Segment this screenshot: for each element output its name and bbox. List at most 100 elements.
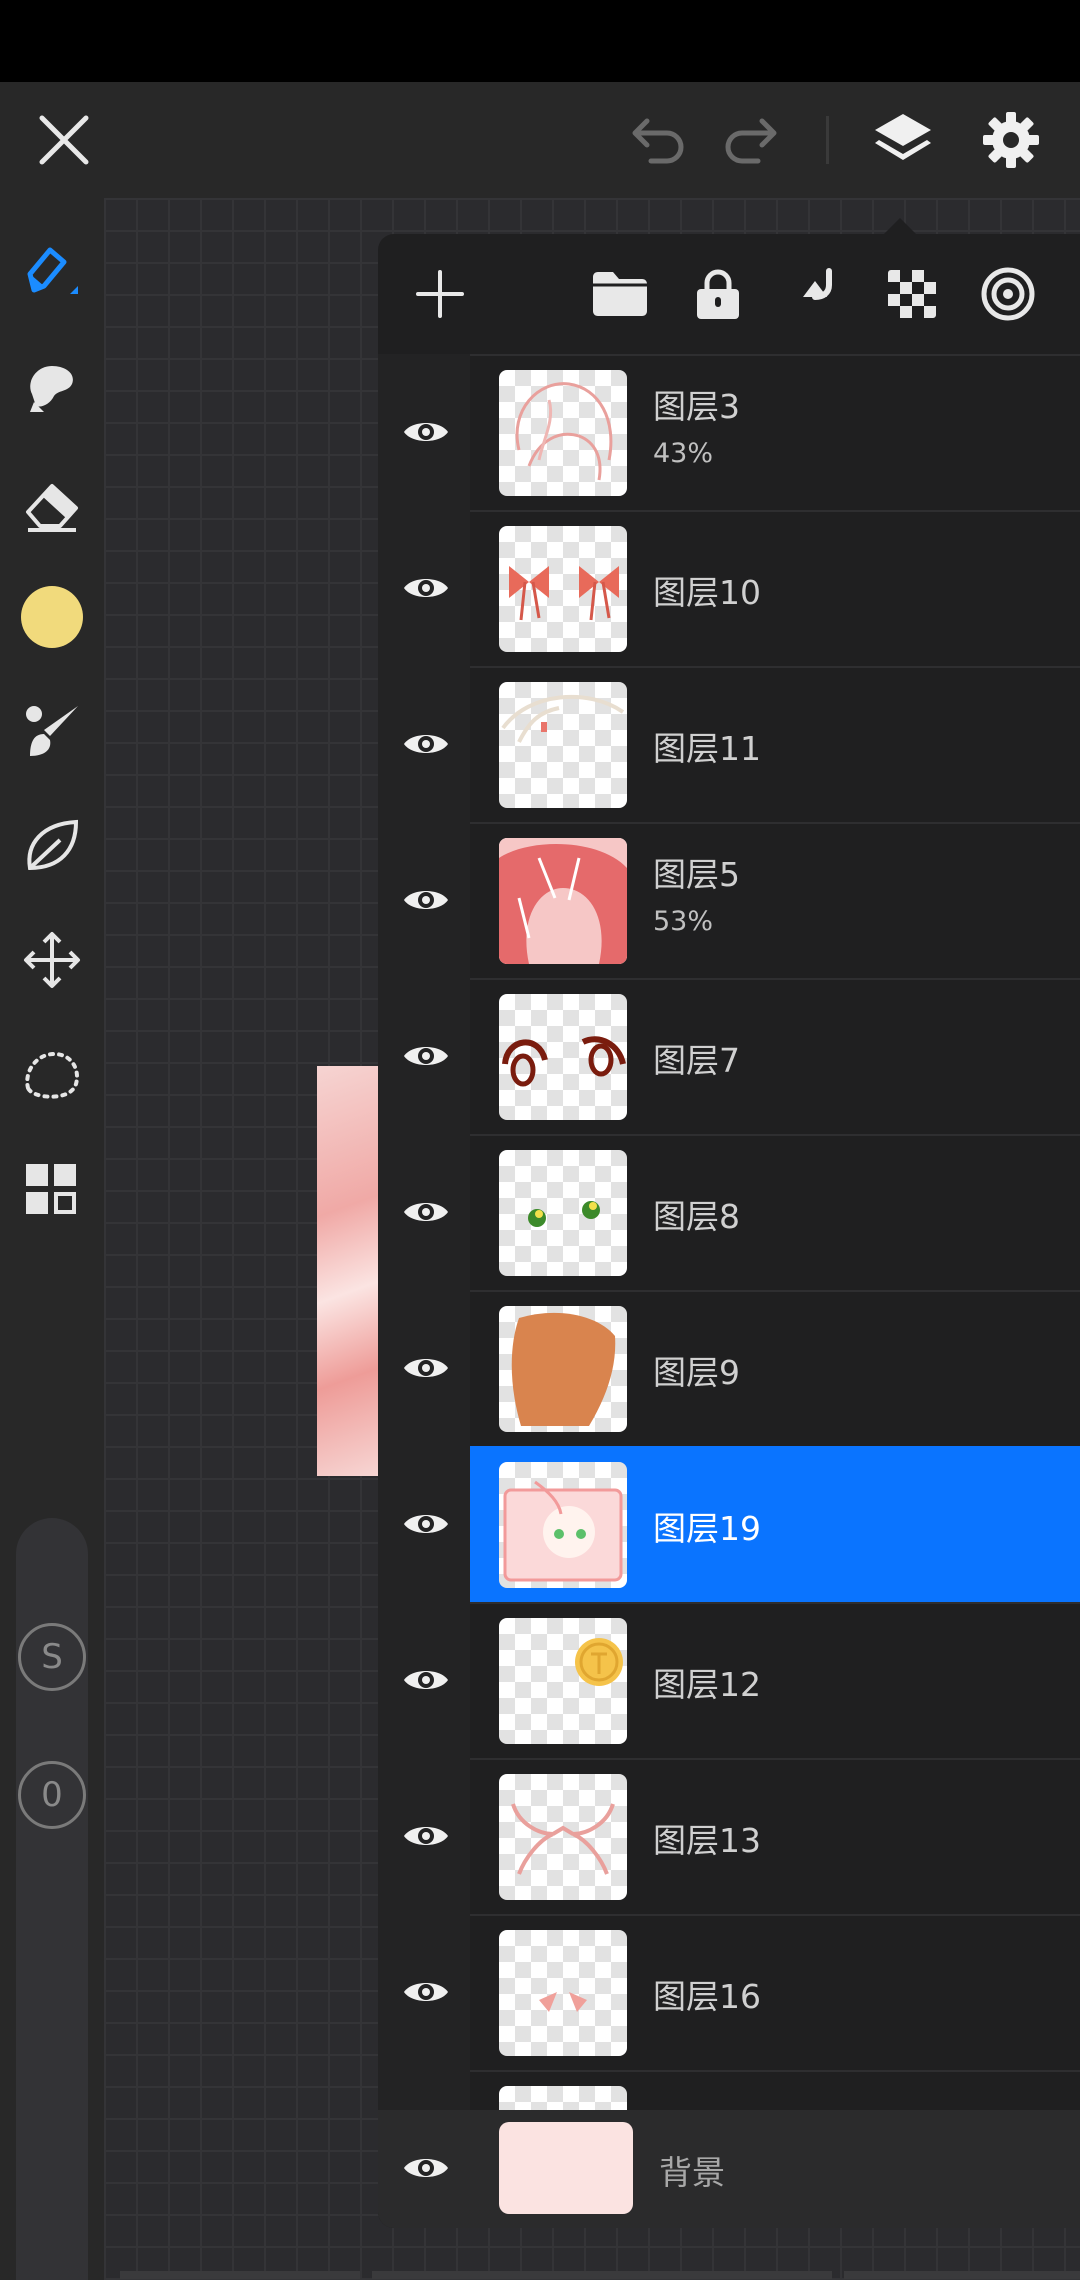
- layer-visibility-toggle[interactable]: [398, 1182, 454, 1242]
- layer-opacity: 53%: [653, 906, 714, 937]
- layer-visibility-toggle[interactable]: [398, 1962, 454, 2022]
- undo-icon: [632, 118, 684, 164]
- layer-visibility-toggle[interactable]: [398, 1806, 454, 1866]
- grid-icon: [26, 1164, 76, 1214]
- eye-icon: [404, 1359, 448, 1377]
- close-button[interactable]: [24, 100, 104, 180]
- layer-thumbnail: [499, 994, 627, 1120]
- add-layer-button[interactable]: [402, 256, 478, 332]
- brush-tool[interactable]: [12, 692, 92, 772]
- merge-down-icon: [803, 268, 832, 300]
- layer-row[interactable]: 图层7: [378, 978, 1080, 1134]
- move-tool[interactable]: [12, 920, 92, 1000]
- layer-visibility-toggle[interactable]: [398, 1494, 454, 1554]
- eye-icon: [404, 1671, 448, 1689]
- layer-name: 图层3: [653, 387, 740, 426]
- layers-button[interactable]: [863, 100, 943, 180]
- lock-icon: [697, 269, 739, 319]
- eye-icon: [404, 423, 448, 441]
- layer-visibility-toggle[interactable]: [398, 402, 454, 462]
- layer-name: 图层5: [653, 855, 740, 894]
- layer-thumbnail: [499, 1150, 627, 1276]
- eye-icon: [404, 1827, 448, 1845]
- layer-thumbnail: [499, 1618, 627, 1744]
- layer-visibility-toggle[interactable]: [398, 1338, 454, 1398]
- pen-icon: [27, 247, 78, 294]
- folder-button[interactable]: [582, 256, 658, 332]
- eye-icon: [404, 891, 448, 909]
- layer-name: 图层10: [653, 573, 761, 612]
- grid-tool[interactable]: [12, 1150, 92, 1230]
- eye-icon: [404, 1047, 448, 1065]
- redo-button[interactable]: [712, 100, 792, 180]
- background-layer-row[interactable]: 背景: [378, 2110, 1080, 2228]
- layer-thumbnail: [499, 1306, 627, 1432]
- brush-icon: [26, 706, 78, 756]
- layer-row[interactable]: 图层11: [378, 666, 1080, 822]
- background-visibility-toggle[interactable]: [398, 2138, 454, 2198]
- eye-icon: [404, 2159, 448, 2177]
- layer-thumbnail: [499, 1774, 627, 1900]
- layer-row[interactable]: 图层19: [378, 1446, 1080, 1602]
- eye-icon: [404, 579, 448, 597]
- layer-name: 图层9: [653, 1353, 740, 1392]
- layer-visibility-toggle[interactable]: [398, 714, 454, 774]
- eye-icon: [404, 735, 448, 753]
- background-color-swatch[interactable]: [499, 2122, 633, 2214]
- lock-button[interactable]: [680, 256, 756, 332]
- status-bar: [0, 0, 1080, 82]
- smudge-icon: [30, 366, 73, 412]
- smudge-tool[interactable]: [12, 346, 92, 426]
- layer-row[interactable]: 图层10: [378, 510, 1080, 666]
- settings-button[interactable]: [971, 100, 1051, 180]
- top-bar: [0, 82, 1080, 198]
- background-layer-name: 背景: [659, 2153, 725, 2192]
- layer-row[interactable]: 图层3 43%: [378, 354, 1080, 510]
- target-button[interactable]: [970, 256, 1046, 332]
- layer-thumbnail: [499, 838, 627, 964]
- layer-visibility-toggle[interactable]: [398, 870, 454, 930]
- leaf-tool[interactable]: [12, 806, 92, 886]
- eraser-tool[interactable]: [12, 464, 92, 544]
- layer-row[interactable]: 图层5 53%: [378, 822, 1080, 978]
- settings-icon: [983, 112, 1039, 168]
- layer-name: 图层8: [653, 1197, 740, 1236]
- layer-name: 图层19: [653, 1509, 761, 1548]
- eraser-icon: [26, 484, 78, 532]
- layer-thumbnail: [499, 526, 627, 652]
- lasso-tool[interactable]: [12, 1036, 92, 1116]
- lasso-icon: [25, 1051, 79, 1099]
- merge-down-button[interactable]: [778, 256, 854, 332]
- opacity-badge[interactable]: 0: [18, 1761, 86, 1829]
- size-badge[interactable]: S: [18, 1623, 86, 1691]
- layer-row[interactable]: 图层8: [378, 1134, 1080, 1290]
- layer-thumbnail: [499, 1930, 627, 2056]
- transparency-icon: [888, 270, 936, 318]
- bottom-scroll-indicator: [120, 2268, 1080, 2280]
- eye-icon: [404, 1203, 448, 1221]
- target-icon: [981, 267, 1035, 321]
- leaf-icon: [27, 819, 79, 871]
- color-swatch-button[interactable]: [12, 577, 92, 657]
- layer-name: 图层7: [653, 1041, 740, 1080]
- pen-tool[interactable]: [12, 232, 92, 312]
- layers-icon: [875, 114, 931, 160]
- layer-visibility-toggle[interactable]: [398, 1026, 454, 1086]
- eye-icon: [404, 1983, 448, 2001]
- layer-visibility-toggle[interactable]: [398, 1650, 454, 1710]
- undo-button[interactable]: [617, 100, 697, 180]
- current-color-swatch: [21, 586, 83, 648]
- layer-row[interactable]: 图层13: [378, 1758, 1080, 1914]
- transparency-button[interactable]: [874, 256, 950, 332]
- layer-name: 图层11: [653, 729, 761, 768]
- layer-thumbnail: [499, 682, 627, 808]
- layer-visibility-toggle[interactable]: [398, 558, 454, 618]
- add-icon: [416, 270, 464, 318]
- layer-row[interactable]: 图层16: [378, 1914, 1080, 2070]
- layer-row[interactable]: 图层12: [378, 1602, 1080, 1758]
- layers-toolbar: [378, 234, 1080, 354]
- layer-name: 图层12: [653, 1665, 761, 1704]
- layer-thumbnail: [499, 370, 627, 496]
- eye-icon: [404, 1515, 448, 1533]
- layer-row[interactable]: 图层9: [378, 1290, 1080, 1446]
